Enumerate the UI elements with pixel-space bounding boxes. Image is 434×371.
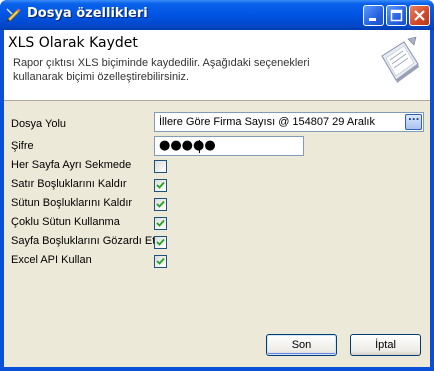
finish-button[interactable]: Son	[266, 334, 337, 356]
option-label: Sayfa Boşluklarını Gözardı Et	[11, 235, 156, 247]
dialog-header: XLS Olarak Kaydet Rapor çıktısı XLS biçi…	[4, 30, 430, 101]
checkmark-icon	[156, 219, 165, 227]
option-checkbox[interactable]	[154, 255, 167, 268]
pencil-ruler-icon	[6, 6, 22, 22]
close-icon	[414, 10, 425, 21]
option-label: Çoklu Sütun Kullanma	[11, 216, 120, 228]
option-label: Her Sayfa Ayrı Sekmede	[11, 159, 132, 171]
text-caret	[199, 140, 200, 153]
option-checkbox[interactable]	[154, 198, 167, 211]
maximize-button[interactable]	[386, 5, 407, 26]
checkmark-icon	[156, 238, 165, 246]
checkmark-icon	[156, 257, 165, 265]
close-button[interactable]	[409, 5, 430, 26]
browse-button[interactable]: ...	[405, 112, 422, 130]
password-field[interactable]: ●●●●●	[154, 136, 304, 156]
checkmark-icon	[156, 200, 165, 208]
header-description: Rapor çıktısı XLS biçiminde kaydedilir. …	[13, 57, 310, 83]
password-value: ●●●●●	[159, 138, 216, 153]
title-bar[interactable]: Dosya özellikleri	[0, 0, 434, 30]
option-checkbox[interactable]	[154, 160, 167, 173]
document-save-icon	[378, 36, 422, 88]
window-title: Dosya özellikleri	[27, 6, 148, 21]
password-label: Şifre	[11, 140, 34, 152]
browse-button-label: ...	[408, 112, 420, 123]
header-title: XLS Olarak Kaydet	[8, 35, 138, 51]
dialog-window: Dosya özellikleri XLS Olarak Kaydet Rapo…	[0, 0, 434, 371]
dialog-body: XLS Olarak Kaydet Rapor çıktısı XLS biçi…	[4, 30, 430, 367]
option-label: Sütun Boşluklarını Kaldır	[11, 197, 133, 209]
file-path-value: İllere Göre Firma Sayısı @ 154807 29 Ara…	[159, 116, 375, 128]
option-checkbox[interactable]	[154, 236, 167, 249]
cancel-button[interactable]: İptal	[350, 334, 421, 356]
minimize-icon	[369, 18, 376, 21]
option-label: Satır Boşluklarını Kaldır	[11, 178, 127, 190]
maximize-icon	[390, 9, 403, 22]
checkmark-icon	[156, 181, 165, 189]
option-checkbox[interactable]	[154, 179, 167, 192]
option-label: Excel API Kullan	[11, 254, 92, 266]
file-path-label: Dosya Yolu	[11, 118, 67, 130]
minimize-button[interactable]	[363, 5, 384, 26]
file-path-field[interactable]: İllere Göre Firma Sayısı @ 154807 29 Ara…	[154, 112, 424, 132]
option-checkbox[interactable]	[154, 217, 167, 230]
